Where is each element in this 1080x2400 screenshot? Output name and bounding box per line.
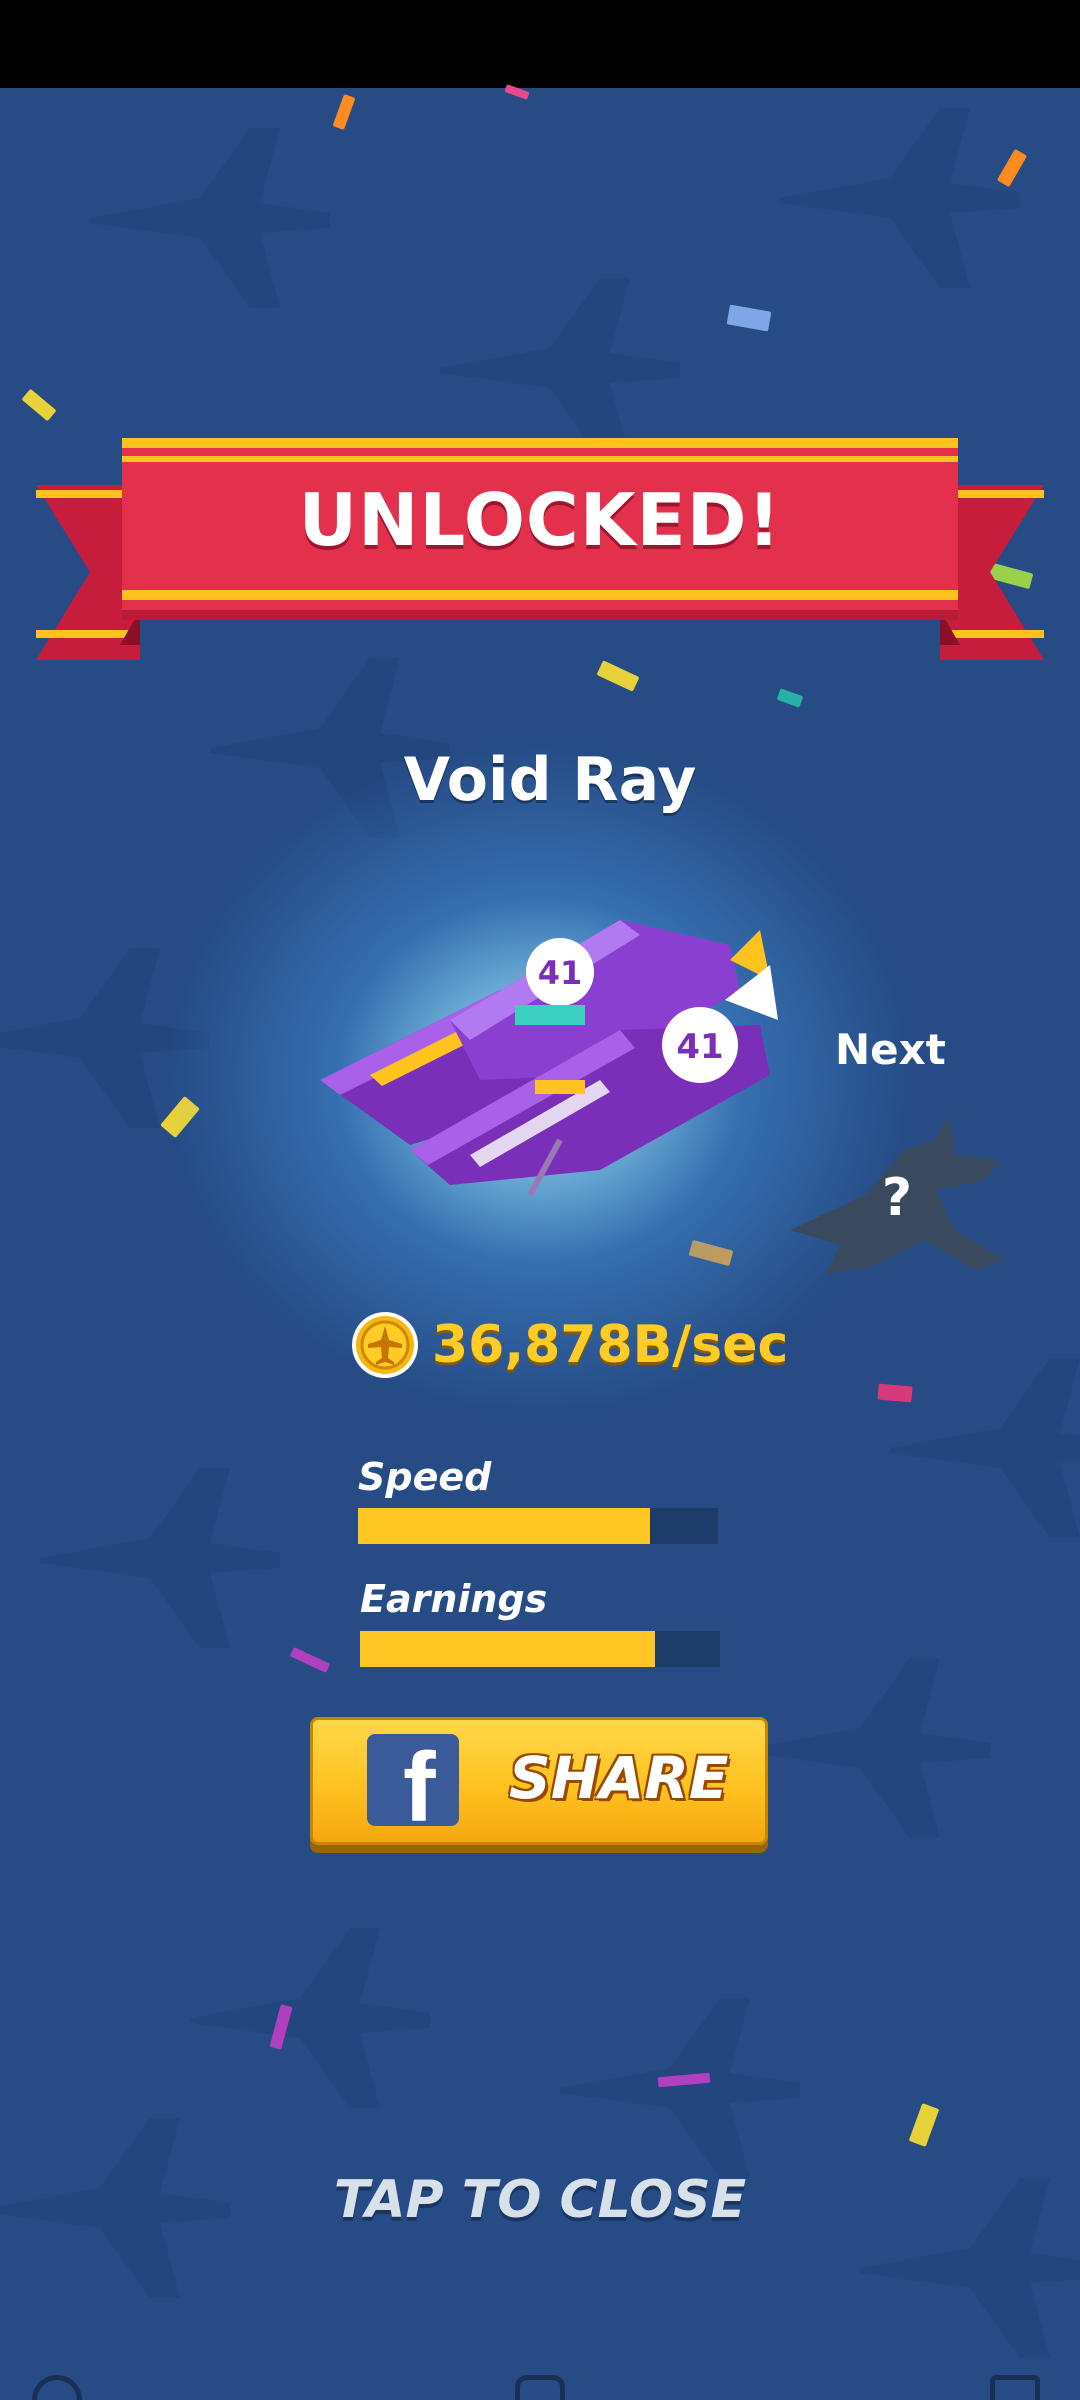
bg-plane-icon [190,1928,430,2108]
bg-plane-icon [40,1468,280,1648]
speed-bar [358,1508,718,1544]
earnings-label: Earnings [360,1577,548,1621]
status-bar [0,0,1080,88]
ship-badge: 41 [538,954,583,992]
earnings-rate: 36,878B/sec [350,1310,788,1380]
coin-icon [352,1312,418,1378]
facebook-icon: f [367,1734,459,1826]
next-label: Next [835,1025,946,1074]
bg-plane-icon [560,1998,800,2178]
share-button[interactable]: f SHARE [310,1717,768,1845]
share-label: SHARE [509,1744,729,1812]
speed-bar-fill [358,1508,650,1544]
ship-badge: 41 [676,1027,723,1067]
unlocked-title: UNLOCKED! [298,478,782,562]
void-ray-ship-icon: 41 41 [320,920,778,1197]
earnings-bar [360,1631,720,1667]
earnings-rate-value: 36,878B/sec [432,1315,789,1375]
mystery-mark: ? [882,1168,912,1228]
next-plane-silhouette-icon[interactable]: ? [785,1110,1015,1290]
tap-to-close-button[interactable]: TAP TO CLOSE [0,2170,1080,2230]
nav-lock-icon[interactable] [990,2375,1040,2400]
bg-plane-icon [90,128,330,308]
speed-label: Speed [358,1455,492,1499]
plane-name: Void Ray [403,745,697,815]
bg-plane-icon [750,1658,990,1838]
nav-home-icon[interactable] [515,2375,565,2400]
earnings-bar-fill [360,1631,656,1667]
bg-plane-icon [780,108,1020,288]
